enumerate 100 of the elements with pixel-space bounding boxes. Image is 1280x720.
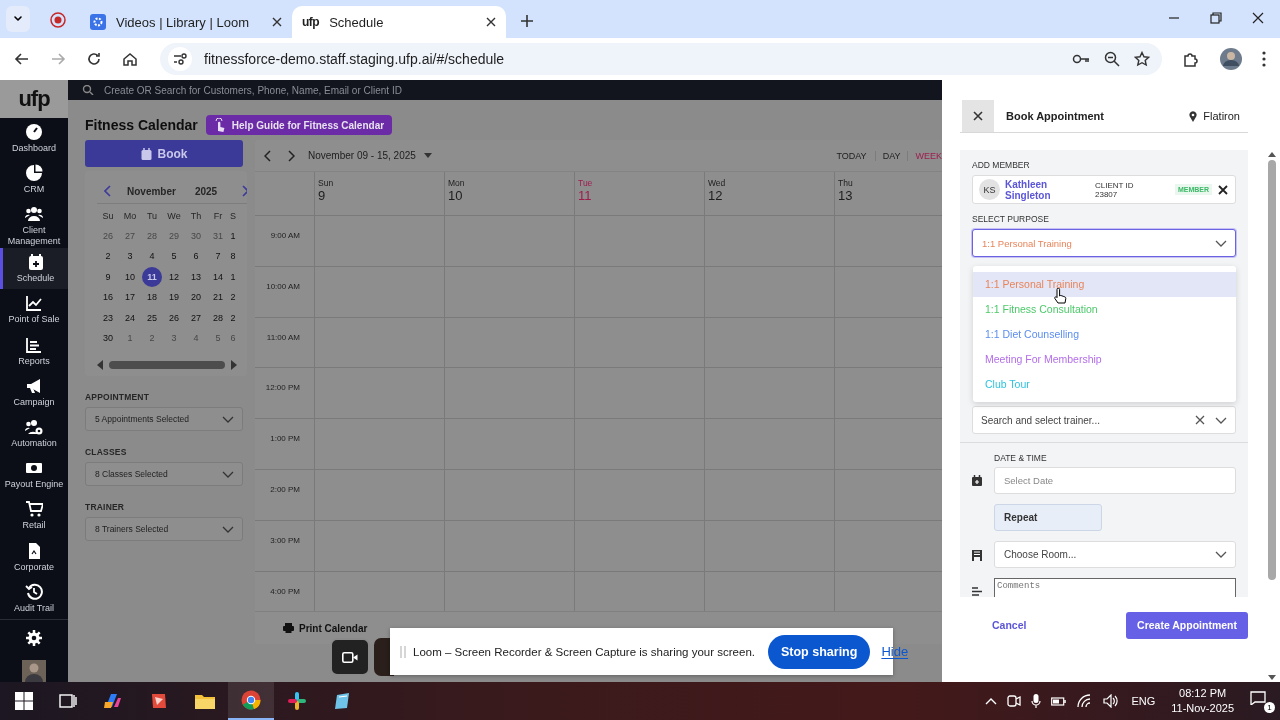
calendar-day[interactable]: 5 (164, 246, 184, 267)
chevron-right-icon[interactable] (241, 185, 247, 197)
calendar-day[interactable]: 27 (120, 226, 140, 247)
calendar-day[interactable]: 23 (98, 307, 118, 328)
puzzle-icon[interactable] (1182, 50, 1200, 68)
clock[interactable]: 08:12 PM 11-Nov-2025 (1171, 686, 1234, 716)
search-icon[interactable] (82, 85, 94, 95)
calendar-day[interactable]: 20 (186, 287, 206, 308)
scroll-down-icon[interactable] (1268, 675, 1276, 680)
scrollbar-thumb[interactable] (1268, 160, 1276, 580)
scroll-left-icon[interactable] (97, 360, 103, 371)
calendar-day[interactable]: 13 (186, 266, 206, 288)
browser-tab[interactable]: Videos | Library | Loom (80, 6, 292, 38)
member-name[interactable]: Kathleen Singleton (1005, 178, 1089, 201)
nav-item[interactable]: Campaign (0, 371, 68, 413)
filter-dropdown[interactable]: 5 Appointments Selected (85, 407, 243, 432)
chevron-up-icon[interactable] (985, 697, 998, 705)
microphone-icon[interactable] (1031, 694, 1042, 708)
star-icon[interactable] (1134, 51, 1150, 67)
restore-icon[interactable] (1210, 12, 1222, 24)
scroll-right-icon[interactable] (231, 360, 237, 371)
record-icon[interactable] (50, 12, 66, 28)
camera-button[interactable] (330, 638, 370, 676)
calendar-day[interactable]: 26 (98, 226, 118, 247)
calendar-day[interactable]: 11 (142, 266, 162, 287)
meet-now-icon[interactable] (1007, 694, 1022, 708)
calendar-day[interactable]: 25 (142, 307, 162, 328)
nav-item[interactable]: Automation (0, 412, 68, 455)
zoom-icon[interactable] (1104, 51, 1120, 67)
scroll-up-icon[interactable] (1268, 152, 1276, 157)
home-icon[interactable] (122, 51, 138, 67)
pdf-reader-icon[interactable] (149, 691, 169, 711)
nav-item[interactable]: Dashboard (0, 117, 68, 159)
key-icon[interactable] (1072, 53, 1090, 65)
close-icon[interactable] (1218, 184, 1228, 195)
copilot-icon[interactable] (103, 691, 123, 711)
help-guide-button[interactable]: Help Guide for Fitness Calendar (205, 115, 393, 135)
comments-field[interactable]: Comments (994, 578, 1236, 597)
task-view-icon[interactable] (59, 692, 77, 710)
calendar-day[interactable]: 30 (98, 327, 118, 349)
avatar-icon[interactable] (1220, 48, 1242, 70)
dropdown-option[interactable]: Meeting For Membership (973, 347, 1236, 372)
calendar-day[interactable]: 4 (186, 327, 206, 349)
cancel-button[interactable]: Cancel (986, 618, 1033, 632)
close-button[interactable] (962, 100, 994, 132)
trainer-select[interactable]: Search and select trainer... (972, 406, 1236, 434)
nav-item[interactable]: CRM (0, 158, 68, 201)
calendar-day[interactable]: 2 (98, 246, 118, 267)
calendar-day[interactable]: 6 (186, 246, 206, 267)
calendar-day[interactable]: 28 (142, 226, 162, 247)
calendar-day[interactable]: 9 (98, 266, 118, 288)
plus-icon[interactable] (520, 14, 534, 28)
calendar-day[interactable]: 10 (120, 266, 140, 288)
speaker-icon[interactable] (1103, 694, 1120, 708)
calendar-day[interactable]: 30 (186, 226, 206, 247)
nav-item[interactable]: Point of Sale (0, 289, 68, 331)
nav-item[interactable]: Payout Engine (0, 454, 68, 496)
chevron-right-icon[interactable] (287, 149, 295, 162)
nav-item[interactable]: Client Management (0, 200, 68, 249)
calendar-day[interactable]: 3 (164, 327, 184, 349)
calendar-day[interactable]: 16 (98, 287, 118, 308)
close-icon[interactable] (486, 17, 496, 27)
calendar-day[interactable]: 24 (120, 307, 140, 328)
drag-handle-icon[interactable] (400, 645, 406, 658)
settings-icon[interactable] (26, 630, 42, 646)
calendar-day[interactable]: 4 (142, 246, 162, 267)
windows-start-icon[interactable] (15, 692, 33, 710)
folder-icon[interactable] (195, 692, 215, 710)
slack-icon[interactable] (287, 691, 307, 711)
calendar-day[interactable]: 12 (164, 266, 184, 288)
calendar-day[interactable]: 2 (142, 327, 162, 349)
clear-icon[interactable] (1195, 415, 1205, 425)
calendar-day[interactable]: 29 (164, 226, 184, 247)
close-icon[interactable] (272, 17, 282, 27)
filter-dropdown[interactable]: 8 Trainers Selected (85, 517, 243, 542)
user-avatar-icon[interactable] (22, 660, 46, 682)
search-field[interactable]: Create OR Search for Customers, Phone, Name, Email or Client ID (68, 80, 942, 100)
dropdown-option[interactable]: 1:1 Diet Counselling (973, 322, 1236, 347)
calendar-day[interactable]: 27 (186, 307, 206, 328)
nav-item[interactable]: Corporate (0, 536, 68, 578)
print-calendar-button[interactable]: Print Calendar (277, 621, 374, 635)
chevron-left-icon[interactable] (104, 185, 112, 197)
repeat-button[interactable]: Repeat (994, 504, 1102, 531)
site-settings-icon[interactable] (168, 47, 192, 71)
date-range-picker[interactable]: November 09 - 15, 2025 (308, 150, 432, 161)
scrollbar-thumb[interactable] (109, 361, 225, 370)
nav-item[interactable]: Audit Trail (0, 577, 68, 619)
language-indicator[interactable]: ENG (1131, 695, 1156, 707)
stop-sharing-button[interactable]: Stop sharing (768, 634, 871, 669)
filter-dropdown[interactable]: 8 Classes Selected (85, 462, 243, 487)
notifications-button[interactable]: 1 (1250, 691, 1272, 711)
view-tab[interactable]: DAY (874, 150, 908, 161)
create-appointment-button[interactable]: Create Appointment (1126, 611, 1248, 639)
calendar-day[interactable]: 19 (164, 287, 184, 308)
address-field[interactable]: fitnessforce-demo.staff.staging.ufp.ai/#/schedule (160, 43, 1162, 75)
calendar-day[interactable]: 17 (120, 287, 140, 308)
calendar-day[interactable]: 26 (164, 307, 184, 328)
tab-list-button[interactable] (6, 6, 30, 32)
back-arrow-icon[interactable] (14, 51, 30, 67)
nav-item[interactable]: Schedule (0, 248, 68, 290)
